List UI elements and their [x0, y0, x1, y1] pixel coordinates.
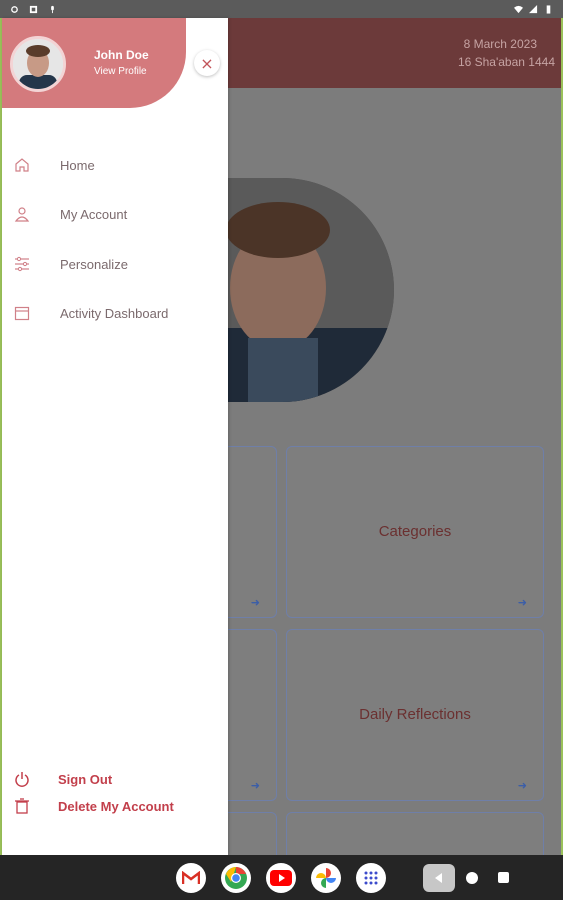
- card-arrow-icon: ➜: [250, 596, 260, 609]
- delete-account-label: Delete My Account: [58, 798, 174, 814]
- menu-label-my-account: My Account: [60, 206, 128, 222]
- photos-icon[interactable]: [311, 863, 341, 893]
- user-name: John Doe: [94, 48, 149, 62]
- card-arrow-icon: ➜: [517, 596, 527, 609]
- wifi-icon: [514, 5, 523, 13]
- home-button[interactable]: [466, 872, 478, 884]
- back-button[interactable]: [423, 864, 455, 892]
- chrome-icon[interactable]: [221, 863, 251, 893]
- menu-label-home: Home: [60, 157, 95, 173]
- home-icon: [15, 158, 29, 172]
- menu-item-home[interactable]: Home: [2, 150, 228, 180]
- card-arrow-icon: ➜: [250, 779, 260, 792]
- user-icon: [14, 207, 30, 222]
- power-icon: [15, 772, 29, 787]
- gregorian-date: 8 March 2023: [463, 37, 537, 51]
- card-right-3[interactable]: [286, 812, 544, 855]
- sim-status-icon: [29, 5, 38, 13]
- menu-item-activity-dashboard[interactable]: Activity Dashboard: [2, 298, 228, 328]
- back-icon: [435, 873, 442, 883]
- signal-icon: [529, 4, 538, 13]
- system-nav-bar: [0, 855, 563, 900]
- status-bar: [0, 0, 563, 18]
- sign-out-label: Sign Out: [58, 771, 113, 787]
- menu-label-personalize: Personalize: [60, 256, 128, 272]
- settings-status-icon: [11, 5, 18, 13]
- profile-photo: [228, 178, 394, 402]
- delete-account-button[interactable]: Delete My Account: [2, 795, 228, 817]
- menu-label-activity-dashboard: Activity Dashboard: [60, 305, 169, 321]
- categories-label: Categories: [378, 523, 452, 540]
- recents-button[interactable]: [498, 872, 509, 883]
- categories-card[interactable]: Categories ➜: [286, 446, 544, 618]
- sign-out-button[interactable]: Sign Out: [2, 768, 228, 790]
- avatar[interactable]: [10, 36, 66, 92]
- trash-icon: [15, 798, 29, 814]
- gmail-icon[interactable]: [176, 863, 206, 893]
- daily-reflections-label: Daily Reflections: [359, 706, 471, 723]
- mic-status-icon: [51, 5, 54, 13]
- menu-item-my-account[interactable]: My Account: [2, 199, 228, 229]
- close-drawer-button[interactable]: ×: [194, 50, 220, 76]
- app-drawer-icon[interactable]: [356, 863, 386, 893]
- menu-item-personalize[interactable]: Personalize: [2, 249, 228, 279]
- navigation-drawer: John Doe View Profile × Home My Account …: [2, 18, 228, 855]
- battery-icon: [546, 4, 551, 14]
- drawer-header: John Doe View Profile: [2, 18, 186, 108]
- sliders-icon: [15, 256, 29, 272]
- daily-reflections-card[interactable]: Daily Reflections ➜: [286, 629, 544, 801]
- hijri-date: 16 Sha'aban 1444: [457, 55, 555, 69]
- calendar-icon: [14, 306, 30, 321]
- card-arrow-icon: ➜: [517, 779, 527, 792]
- view-profile-link[interactable]: View Profile: [94, 66, 147, 77]
- youtube-icon[interactable]: [266, 863, 296, 893]
